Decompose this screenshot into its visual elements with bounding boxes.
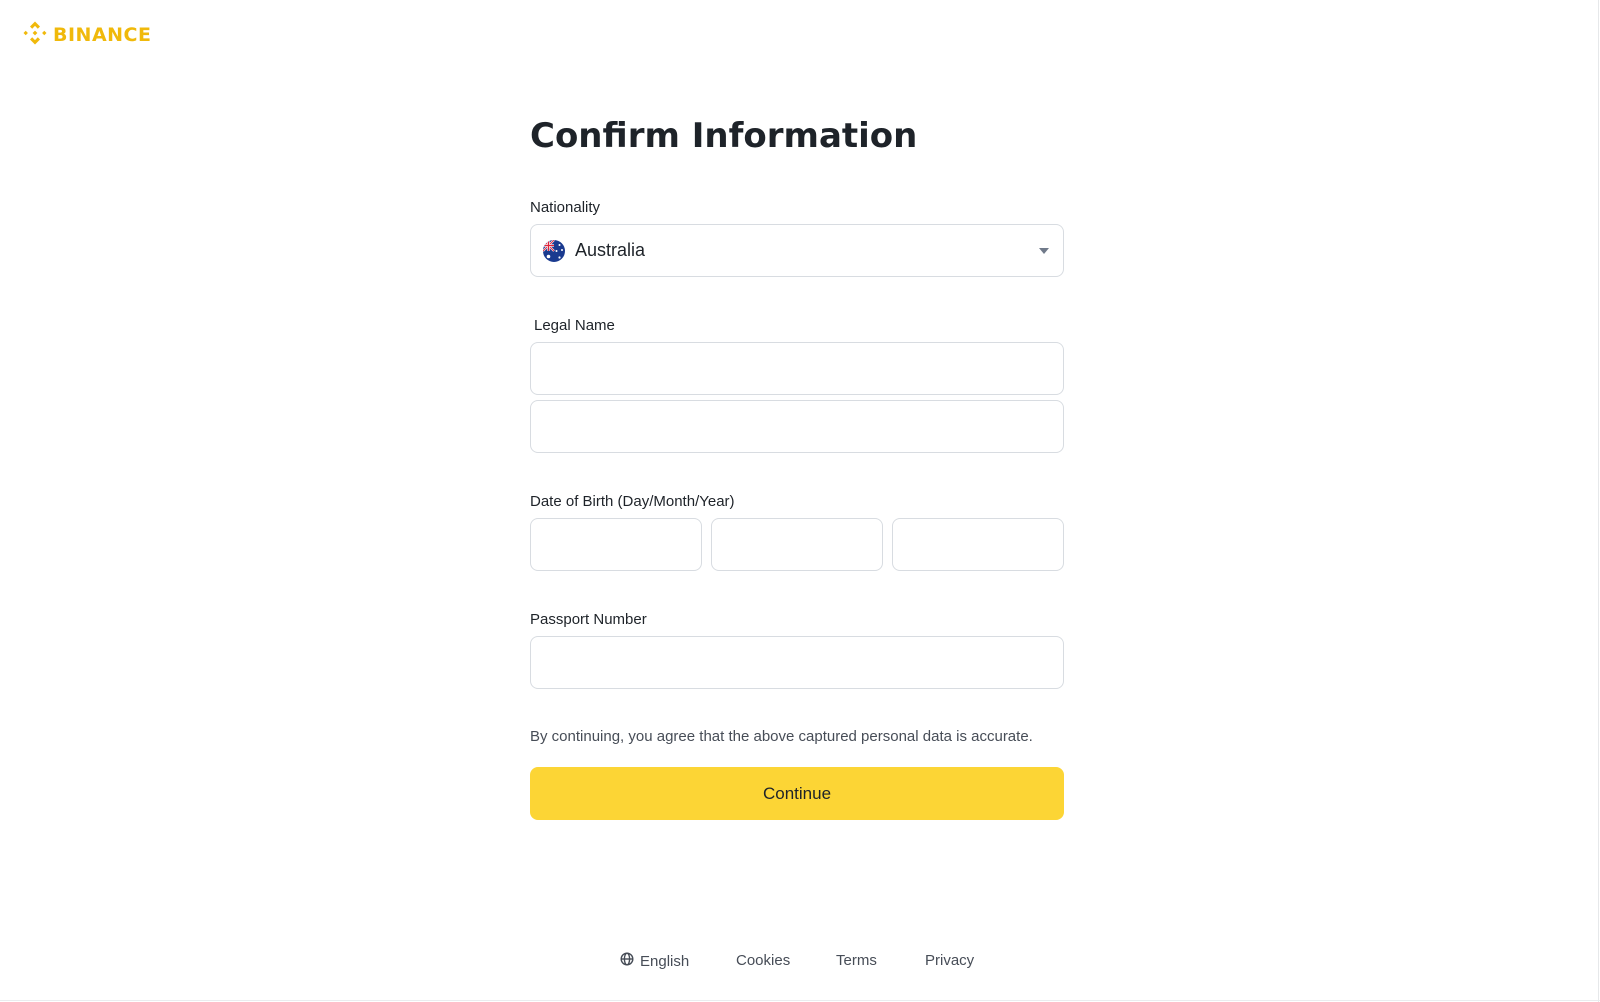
- page-title: Confirm Information: [530, 116, 918, 156]
- nationality-value: Australia: [575, 240, 646, 260]
- nationality-select[interactable]: Australia: [530, 224, 1064, 277]
- footer: English Cookies Terms Privacy: [0, 952, 1600, 972]
- page: BINANCE Confirm Information Nationality: [0, 0, 1600, 1002]
- birth-year-input[interactable]: [892, 518, 1064, 571]
- passport-number-input[interactable]: [530, 636, 1064, 689]
- legal-name-first-input[interactable]: [530, 342, 1064, 395]
- nationality-label: Nationality: [530, 199, 601, 216]
- privacy-link[interactable]: Privacy: [925, 952, 974, 969]
- cookies-link[interactable]: Cookies: [736, 952, 790, 969]
- globe-icon: [620, 952, 634, 970]
- passport-number-label: Passport Number: [530, 611, 647, 628]
- binance-logo-icon: [22, 20, 48, 51]
- chevron-down-icon: [1039, 247, 1049, 254]
- australia-flag-icon: [543, 239, 565, 262]
- language-selector[interactable]: English: [620, 952, 689, 970]
- legal-name-second-input[interactable]: [530, 400, 1064, 453]
- language-label: English: [640, 952, 690, 970]
- legal-name-label: Legal Name: [534, 317, 615, 334]
- brand-name: BINANCE: [53, 24, 152, 46]
- date-of-birth-label: Date of Birth (Day/Month/Year): [530, 493, 735, 510]
- consent-note: By continuing, you agree that the above …: [530, 728, 1033, 745]
- terms-link[interactable]: Terms: [836, 952, 877, 969]
- birth-day-input[interactable]: [530, 518, 702, 571]
- binance-logo[interactable]: BINANCE: [22, 20, 152, 51]
- window-edge: [1598, 0, 1599, 1002]
- birth-month-input[interactable]: [711, 518, 883, 571]
- continue-button[interactable]: Continue: [530, 767, 1064, 820]
- footer-divider: [0, 1000, 1600, 1001]
